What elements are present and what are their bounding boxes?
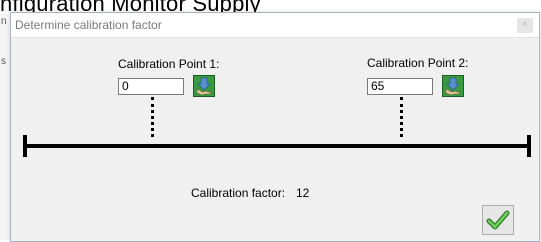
calibration-point-2-pick-button[interactable]: [442, 75, 464, 97]
arrow-down-pick-icon: [194, 76, 214, 96]
green-checkmark-icon: [486, 210, 510, 230]
dialog-title: Determine calibration factor: [15, 18, 162, 32]
calibration-dialog: Determine calibration factor × Calibrati…: [10, 12, 540, 242]
background-left-glyph: n: [1, 16, 7, 27]
dialog-titlebar: Determine calibration factor ×: [11, 13, 539, 38]
calibration-point-2-label: Calibration Point 2:: [367, 56, 469, 70]
arrow-down-pick-icon: [443, 76, 463, 96]
calibration-point-1-marker: [151, 97, 154, 137]
calibration-factor-label: Calibration factor:: [191, 186, 286, 200]
close-button[interactable]: ×: [517, 18, 533, 33]
ruler-left-end: [23, 135, 27, 157]
ok-button[interactable]: [482, 205, 514, 235]
calibration-point-2-input[interactable]: [367, 78, 433, 95]
calibration-ruler: [23, 144, 531, 148]
ruler-right-end: [527, 135, 531, 157]
calibration-point-1-input[interactable]: [118, 78, 184, 95]
calibration-factor-value: 12: [296, 186, 310, 200]
background-left-glyph: s: [1, 56, 6, 67]
calibration-point-1-pick-button[interactable]: [193, 75, 215, 97]
calibration-point-2-marker: [400, 97, 403, 137]
calibration-point-1-label: Calibration Point 1:: [118, 57, 220, 71]
